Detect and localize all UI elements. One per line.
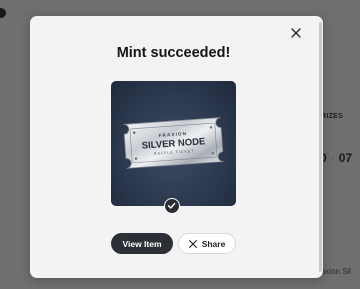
scrollbar[interactable] [319,22,322,272]
nft-image: FRAXION SILVER NODE RAFFLE TICKET [111,81,236,206]
view-item-button[interactable]: View Item [111,233,173,254]
prizes-label: RIZES [321,113,344,120]
mint-success-modal: Mint succeeded! FRAXION SILVER NODE RAFF… [30,16,323,278]
check-icon [167,202,176,209]
share-label: Share [201,238,226,249]
countdown-value: 07 [338,151,353,165]
countdown: 0 · 07 [320,151,353,165]
close-button[interactable] [289,26,303,40]
verified-badge [164,198,180,214]
close-icon [291,28,301,38]
app-logo-icon [0,8,6,18]
modal-title: Mint succeeded! [116,45,231,61]
x-logo-icon [188,239,197,248]
ticket-artwork: FRAXION SILVER NODE RAFFLE TICKET [111,81,236,206]
share-button[interactable]: Share [178,233,236,254]
